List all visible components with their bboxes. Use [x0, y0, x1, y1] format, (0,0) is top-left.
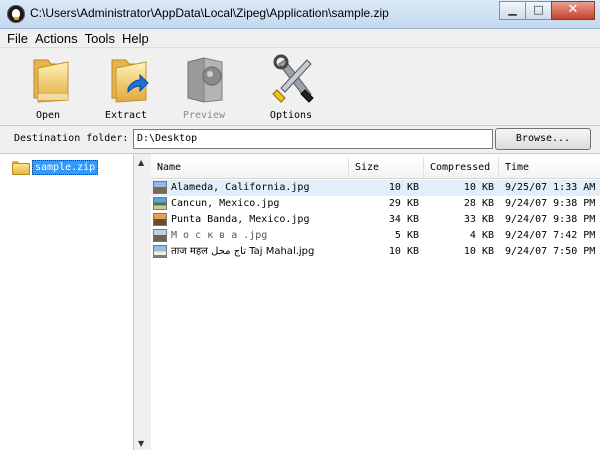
file-list: Name Size Compressed Time Alameda, Calif… — [151, 154, 600, 450]
image-file-icon — [153, 245, 167, 258]
table-row[interactable]: Cancun, Mexico.jpg 29 KB 28 KB 9/24/07 9… — [151, 196, 600, 212]
file-time: 9/25/07 1:33 AM — [505, 182, 596, 193]
options-label: Options — [269, 110, 313, 121]
file-name: ताज महल تاج محل Taj Mahal.jpg — [171, 246, 315, 257]
minimize-button[interactable]: ▁ — [499, 1, 526, 20]
folder-tree: sample.zip — [0, 154, 134, 450]
extract-button[interactable]: Extract — [94, 52, 158, 122]
image-file-icon — [153, 197, 167, 210]
file-name: Punta Banda, Mexico.jpg — [171, 214, 310, 225]
extract-label: Extract — [104, 110, 148, 121]
file-time: 9/24/07 9:38 PM — [505, 198, 596, 209]
options-button[interactable]: Options — [259, 52, 323, 122]
menu-bar: File Actions Tools Help — [0, 29, 600, 48]
table-row[interactable]: ताज महल تاج محل Taj Mahal.jpg 10 KB 10 K… — [151, 244, 600, 260]
file-size: 34 KB — [388, 214, 419, 225]
tree-scrollbar[interactable]: ▲ ▼ — [134, 154, 151, 450]
tree-node-label: sample.zip — [32, 159, 99, 175]
maximize-button[interactable]: □ — [525, 1, 552, 20]
open-button[interactable]: Open — [16, 52, 80, 122]
preview-button[interactable]: Preview — [172, 52, 236, 122]
destination-input[interactable]: D:\Desktop — [133, 129, 493, 149]
file-name: Alameda, California.jpg — [171, 182, 310, 193]
destination-label: Destination folder: — [14, 133, 129, 144]
scroll-down-icon[interactable]: ▼ — [138, 439, 144, 448]
open-label: Open — [35, 110, 61, 121]
window-title: C:\Users\Administrator\AppData\Local\Zip… — [30, 6, 389, 20]
minimize-icon: ▁ — [508, 3, 517, 16]
preview-label: Preview — [182, 110, 226, 121]
file-name: Cancun, Mexico.jpg — [171, 198, 280, 209]
file-compressed: 4 KB — [469, 230, 494, 241]
tools-icon — [272, 54, 314, 103]
preview-icon — [187, 57, 223, 103]
column-name[interactable]: Name — [151, 157, 349, 179]
menu-file[interactable]: File — [7, 29, 28, 47]
file-time: 9/24/07 7:50 PM — [505, 246, 596, 257]
table-row[interactable]: Punta Banda, Mexico.jpg 34 KB 33 KB 9/24… — [151, 212, 600, 228]
menu-tools[interactable]: Tools — [85, 29, 115, 47]
maximize-icon: □ — [533, 3, 544, 16]
file-time: 9/24/07 7:42 PM — [505, 230, 596, 241]
extract-icon — [111, 59, 149, 103]
menu-actions[interactable]: Actions — [35, 29, 78, 47]
caption-buttons: ▁ □ ✕ — [499, 1, 595, 20]
image-file-icon — [153, 213, 167, 226]
close-icon: ✕ — [567, 2, 579, 17]
file-name: М о с к в а .jpg — [171, 230, 268, 241]
file-compressed: 10 KB — [463, 182, 494, 193]
app-icon[interactable] — [7, 5, 25, 23]
close-button[interactable]: ✕ — [551, 1, 595, 20]
file-compressed: 33 KB — [463, 214, 494, 225]
menu-help[interactable]: Help — [122, 29, 149, 47]
column-size[interactable]: Size — [349, 157, 424, 179]
file-time: 9/24/07 9:38 PM — [505, 214, 596, 225]
column-time[interactable]: Time — [499, 157, 600, 179]
title-bar: C:\Users\Administrator\AppData\Local\Zip… — [0, 0, 600, 29]
tree-node-root[interactable]: sample.zip — [12, 159, 99, 175]
column-compressed[interactable]: Compressed — [424, 157, 499, 179]
list-header: Name Size Compressed Time — [151, 157, 600, 179]
file-compressed: 10 KB — [463, 246, 494, 257]
table-row[interactable]: Alameda, California.jpg 10 KB 10 KB 9/25… — [151, 180, 600, 196]
file-size: 5 KB — [394, 230, 419, 241]
image-file-icon — [153, 229, 167, 242]
image-file-icon — [153, 181, 167, 194]
file-compressed: 28 KB — [463, 198, 494, 209]
table-row[interactable]: М о с к в а .jpg 5 KB 4 KB 9/24/07 7:42 … — [151, 228, 600, 244]
file-size: 10 KB — [388, 246, 419, 257]
toolbar: Open Extract Preview Options — [0, 48, 600, 126]
file-size: 10 KB — [388, 182, 419, 193]
browse-button[interactable]: Browse... — [495, 128, 591, 150]
destination-bar: Destination folder: D:\Desktop Browse... — [0, 126, 600, 154]
folder-icon — [12, 161, 30, 175]
scroll-up-icon[interactable]: ▲ — [138, 158, 144, 167]
file-size: 29 KB — [388, 198, 419, 209]
folder-icon — [33, 59, 69, 103]
